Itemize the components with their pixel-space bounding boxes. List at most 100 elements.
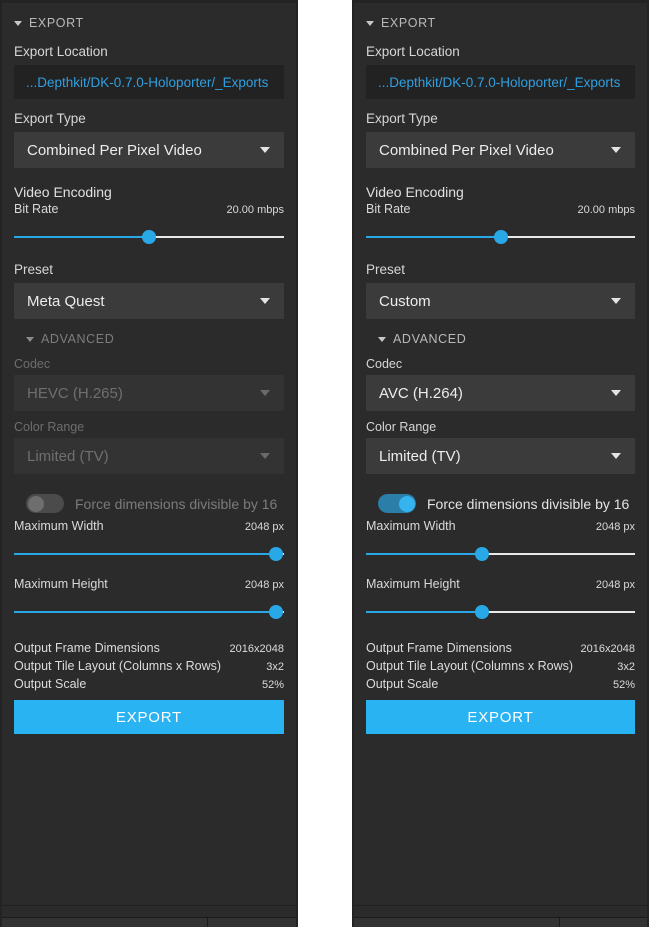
output-frame-dimensions-value: 2016x2048: [230, 643, 284, 655]
export-panel-right: EXPORT Export Location ...Depthkit/DK-0.…: [352, 0, 649, 927]
output-frame-dimensions-value: 2016x2048: [581, 643, 635, 655]
advanced-section-header[interactable]: ADVANCED: [14, 319, 284, 348]
slider-thumb[interactable]: [269, 605, 283, 619]
slider-fill: [366, 611, 482, 613]
codec-label: Codec: [14, 357, 284, 371]
export-button[interactable]: EXPORT: [14, 700, 284, 734]
preset-select[interactable]: Meta Quest: [14, 283, 284, 319]
slider-fill: [366, 553, 482, 555]
caret-down-icon: [366, 21, 374, 26]
slider-fill: [366, 236, 501, 238]
bit-rate-row: Bit Rate 20.00 mbps: [14, 202, 284, 216]
export-location-label: Export Location: [14, 44, 284, 59]
slider-fill: [14, 553, 276, 555]
color-range-select[interactable]: Limited (TV): [366, 438, 635, 474]
slider-thumb[interactable]: [269, 547, 283, 561]
color-range-select: Limited (TV): [14, 438, 284, 474]
output-scale-value: 52%: [613, 679, 635, 691]
output-summary: Output Frame Dimensions 2016x2048 Output…: [14, 639, 284, 693]
color-range-label: Color Range: [366, 420, 635, 434]
export-panels-stage: EXPORT Export Location ...Depthkit/DK-0.…: [0, 0, 649, 927]
max-height-label: Maximum Height: [366, 577, 460, 591]
codec-select[interactable]: AVC (H.264): [366, 375, 635, 411]
output-tile-layout-label: Output Tile Layout (Columns x Rows): [366, 659, 573, 673]
max-width-label: Maximum Width: [14, 519, 104, 533]
footer-strip: [354, 917, 647, 927]
export-section-title: EXPORT: [381, 16, 436, 30]
color-range-value: Limited (TV): [27, 448, 109, 465]
force-divisible-label: Force dimensions divisible by 16: [75, 496, 277, 512]
footer-divider: [207, 917, 208, 927]
video-encoding-label: Video Encoding: [14, 184, 284, 200]
output-summary: Output Frame Dimensions 2016x2048 Output…: [366, 639, 635, 693]
export-location-field[interactable]: ...Depthkit/DK-0.7.0-Holoporter/_Exports: [366, 65, 635, 99]
max-height-row: Maximum Height 2048 px: [366, 577, 635, 591]
force-divisible-toggle[interactable]: [26, 494, 64, 513]
chevron-down-icon: [611, 390, 621, 396]
force-divisible-toggle-row[interactable]: Force dimensions divisible by 16: [14, 494, 284, 513]
export-section-header[interactable]: EXPORT: [14, 3, 284, 32]
max-width-row: Maximum Width 2048 px: [14, 519, 284, 533]
force-divisible-toggle[interactable]: [378, 494, 416, 513]
advanced-section-title: ADVANCED: [393, 332, 466, 346]
output-scale-label: Output Scale: [366, 677, 438, 691]
export-panel-left: EXPORT Export Location ...Depthkit/DK-0.…: [0, 0, 298, 927]
panel-footer: [354, 905, 647, 927]
force-divisible-label: Force dimensions divisible by 16: [427, 496, 629, 512]
slider-thumb[interactable]: [475, 547, 489, 561]
max-width-slider[interactable]: [14, 541, 284, 567]
output-tile-layout-value: 3x2: [617, 661, 635, 673]
max-width-slider[interactable]: [366, 541, 635, 567]
chevron-down-icon: [611, 147, 621, 153]
slider-thumb[interactable]: [142, 230, 156, 244]
chevron-down-icon: [260, 298, 270, 304]
max-height-value: 2048 px: [245, 579, 284, 591]
output-scale-row: Output Scale 52%: [14, 675, 284, 693]
slider-thumb[interactable]: [475, 605, 489, 619]
bit-rate-label: Bit Rate: [366, 202, 410, 216]
export-button[interactable]: EXPORT: [366, 700, 635, 734]
output-scale-row: Output Scale 52%: [366, 675, 635, 693]
bit-rate-value: 20.00 mbps: [227, 204, 284, 216]
preset-select[interactable]: Custom: [366, 283, 635, 319]
advanced-section-header[interactable]: ADVANCED: [366, 319, 635, 348]
advanced-section-title: ADVANCED: [41, 332, 114, 346]
footer-strip: [2, 917, 296, 927]
codec-value: AVC (H.264): [379, 385, 463, 402]
slider-thumb[interactable]: [494, 230, 508, 244]
max-height-label: Maximum Height: [14, 577, 108, 591]
max-width-value: 2048 px: [596, 521, 635, 533]
codec-label: Codec: [366, 357, 635, 371]
color-range-label: Color Range: [14, 420, 284, 434]
max-width-value: 2048 px: [245, 521, 284, 533]
chevron-down-icon: [260, 147, 270, 153]
output-scale-label: Output Scale: [14, 677, 86, 691]
bit-rate-slider[interactable]: [366, 224, 635, 250]
bit-rate-row: Bit Rate 20.00 mbps: [366, 202, 635, 216]
export-type-label: Export Type: [366, 111, 635, 126]
chevron-down-icon: [260, 453, 270, 459]
panel-right-border: [296, 0, 298, 927]
bit-rate-slider[interactable]: [14, 224, 284, 250]
max-width-label: Maximum Width: [366, 519, 456, 533]
max-height-slider[interactable]: [366, 599, 635, 625]
export-type-select[interactable]: Combined Per Pixel Video: [366, 132, 635, 168]
caret-down-icon: [378, 337, 386, 342]
caret-down-icon: [14, 21, 22, 26]
slider-fill: [14, 236, 149, 238]
force-divisible-toggle-row[interactable]: Force dimensions divisible by 16: [366, 494, 635, 513]
caret-down-icon: [26, 337, 34, 342]
output-frame-dimensions-row: Output Frame Dimensions 2016x2048: [366, 639, 635, 657]
slider-fill: [14, 611, 276, 613]
codec-select: HEVC (H.265): [14, 375, 284, 411]
toggle-knob: [399, 496, 415, 512]
max-height-value: 2048 px: [596, 579, 635, 591]
export-location-field[interactable]: ...Depthkit/DK-0.7.0-Holoporter/_Exports: [14, 65, 284, 99]
export-location-label: Export Location: [366, 44, 635, 59]
max-height-slider[interactable]: [14, 599, 284, 625]
output-frame-dimensions-label: Output Frame Dimensions: [366, 641, 512, 655]
export-section-header[interactable]: EXPORT: [366, 3, 635, 32]
export-type-select[interactable]: Combined Per Pixel Video: [14, 132, 284, 168]
export-section-title: EXPORT: [29, 16, 84, 30]
chevron-down-icon: [611, 298, 621, 304]
